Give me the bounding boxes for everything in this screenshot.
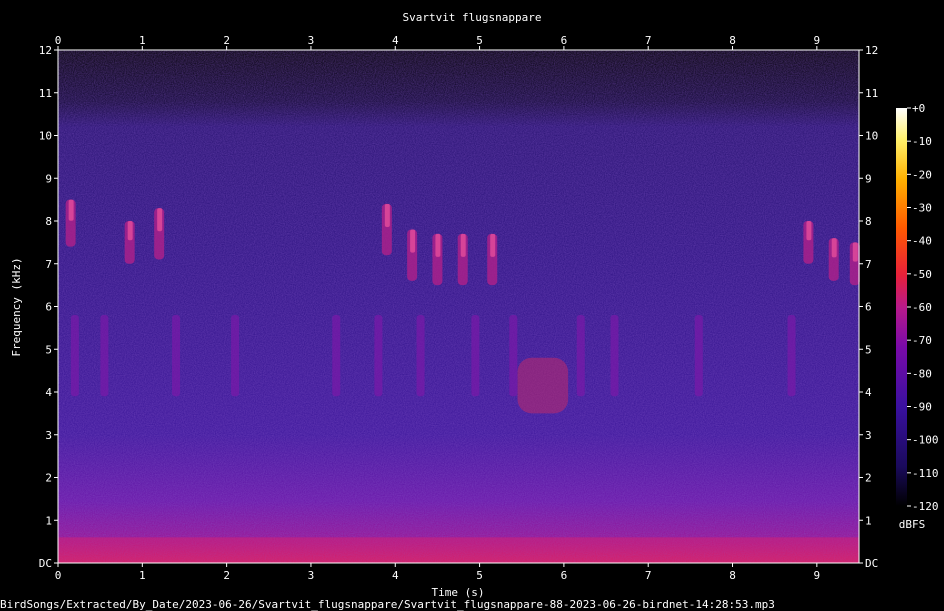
low-frequency-band xyxy=(58,537,859,563)
y-tick-label-right: 1 xyxy=(865,514,872,527)
y-tick-label-right: 10 xyxy=(865,130,878,143)
colorbar-tick-label: +0 xyxy=(912,102,925,115)
call-mark-peak xyxy=(127,221,133,241)
call-mark-peak xyxy=(410,229,416,253)
colorbar-tick-label: -20 xyxy=(912,168,932,181)
call-mark-peak xyxy=(831,238,837,258)
x-tick-label-bottom: 5 xyxy=(476,569,483,582)
x-tick-label-top: 0 xyxy=(55,34,62,47)
y-tick-label-left: 5 xyxy=(45,343,52,356)
y-tick-label-left: 3 xyxy=(45,429,52,442)
colorbar: +0 -10 -20 -30 -40 -50 -60 -70 -80 -90 -100 -110 -12… xyxy=(896,102,939,531)
y-tick-label-left: 8 xyxy=(45,215,52,228)
call-mark-peak xyxy=(384,203,390,227)
colorbar-tick-label: -90 xyxy=(912,401,932,414)
x-tick-label-top: 6 xyxy=(561,34,568,47)
x-tick-label-top: 8 xyxy=(729,34,736,47)
y-tick-label-right: 6 xyxy=(865,301,872,314)
call-mark-mid xyxy=(70,315,79,397)
call-mark-peak xyxy=(806,221,812,241)
call-mark-peak xyxy=(460,233,466,257)
call-mark-peak xyxy=(157,208,163,232)
colorbar-tick-label: -110 xyxy=(912,467,939,480)
call-mark-mid xyxy=(416,315,425,397)
y-tick-label-left: 6 xyxy=(45,301,52,314)
colorbar-tick-label: -120 xyxy=(912,500,939,513)
y-tick-label-right: 3 xyxy=(865,429,872,442)
x-tick-label-bottom: 4 xyxy=(392,569,399,582)
colorbar-gradient xyxy=(896,108,907,506)
colorbar-tick-label: -50 xyxy=(912,268,932,281)
y-tick-label-right: 11 xyxy=(865,87,878,100)
chart-title: Svartvit flugsnappare xyxy=(402,11,541,24)
call-mark-mid xyxy=(231,315,240,397)
x-tick-label-bottom: 0 xyxy=(55,569,62,582)
x-tick-label-top: 7 xyxy=(645,34,652,47)
x-tick-label-bottom: 6 xyxy=(561,569,568,582)
call-mark-mid xyxy=(509,315,518,397)
call-mark-mid xyxy=(332,315,341,397)
colorbar-ticks: +0 -10 -20 -30 -40 -50 -60 -70 -80 -90 -100 -110 -12… xyxy=(907,102,939,513)
x-tick-label-top: 4 xyxy=(392,34,399,47)
x-tick-label-bottom: 7 xyxy=(645,569,652,582)
call-mark-peak xyxy=(490,233,496,257)
y-tick-label-right: 12 xyxy=(865,44,878,57)
spectrogram-chart: 00112233445566778899 DC DC1 12 23 34 45 56 67 78… xyxy=(0,11,939,611)
x-tick-label-bottom: 1 xyxy=(139,569,146,582)
y-tick-label-right: 2 xyxy=(865,472,872,485)
x-tick-label-bottom: 3 xyxy=(308,569,315,582)
call-mark-peak xyxy=(852,242,858,262)
y-tick-label-left: 2 xyxy=(45,472,52,485)
x-tick-label-top: 5 xyxy=(476,34,483,47)
colorbar-tick-label: -80 xyxy=(912,367,932,380)
y-tick-label-left: DC xyxy=(39,557,52,570)
colorbar-tick-label: -40 xyxy=(912,235,932,248)
y-tick-label-left: 9 xyxy=(45,172,52,185)
call-mark-mid xyxy=(787,315,796,397)
y-tick-label-left: 7 xyxy=(45,258,52,271)
call-mark-mid xyxy=(172,315,181,397)
x-tick-label-top: 9 xyxy=(814,34,821,47)
colorbar-label: dBFS xyxy=(899,518,926,531)
colorbar-tick-label: -60 xyxy=(912,301,932,314)
y-tick-label-right: DC xyxy=(865,557,878,570)
spectrogram-area xyxy=(57,49,860,564)
noise-blob xyxy=(517,357,569,414)
file-path: BirdSongs/Extracted/By_Date/2023-06-26/S… xyxy=(0,598,775,611)
y-tick-label-left: 4 xyxy=(45,386,52,399)
x-tick-label-bottom: 2 xyxy=(223,569,230,582)
call-mark-mid xyxy=(471,315,480,397)
colorbar-tick-label: -10 xyxy=(912,135,932,148)
y-tick-label-right: 5 xyxy=(865,343,872,356)
x-tick-label-bottom: 8 xyxy=(729,569,736,582)
call-mark-peak xyxy=(435,233,441,257)
call-mark-mid xyxy=(610,315,619,397)
y-tick-label-left: 11 xyxy=(39,87,52,100)
colorbar-tick-label: -30 xyxy=(912,202,932,215)
call-mark-mid xyxy=(100,315,109,397)
y-tick-label-right: 7 xyxy=(865,258,872,271)
y-tick-label-right: 9 xyxy=(865,172,872,185)
x-tick-label-top: 2 xyxy=(223,34,230,47)
y-axis-label: Frequency (kHz) xyxy=(10,257,23,356)
y-tick-label-left: 12 xyxy=(39,44,52,57)
call-mark-mid xyxy=(694,315,703,397)
call-mark-mid xyxy=(576,315,585,397)
spectrogram-noise xyxy=(58,50,859,563)
x-tick-label-top: 1 xyxy=(139,34,146,47)
x-tick-label-top: 3 xyxy=(308,34,315,47)
call-mark-mid xyxy=(374,315,383,397)
y-tick-label-left: 1 xyxy=(45,514,52,527)
colorbar-tick-label: -100 xyxy=(912,434,939,447)
x-tick-label-bottom: 9 xyxy=(814,569,821,582)
call-mark-peak xyxy=(68,199,74,221)
y-tick-label-right: 4 xyxy=(865,386,872,399)
y-tick-label-left: 10 xyxy=(39,130,52,143)
colorbar-tick-label: -70 xyxy=(912,334,932,347)
y-tick-label-right: 8 xyxy=(865,215,872,228)
